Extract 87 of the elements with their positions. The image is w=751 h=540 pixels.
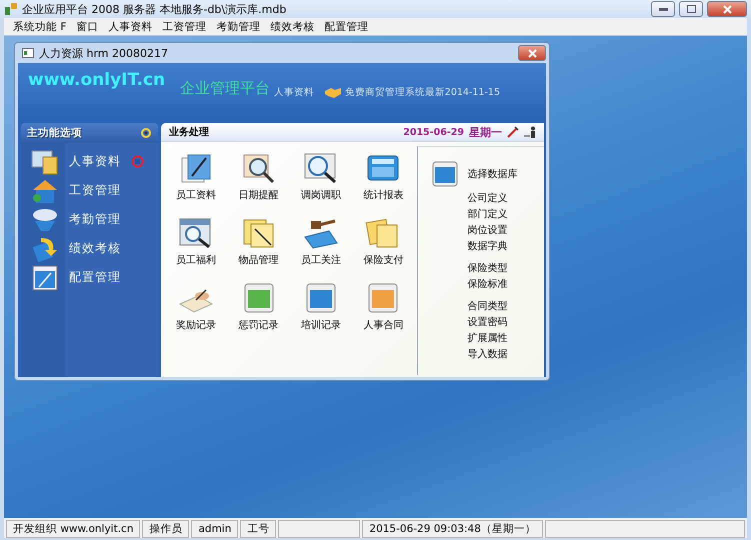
settings-link[interactable]: 导入数据: [468, 347, 544, 363]
panel-title: 业务处理: [169, 126, 210, 139]
maximize-icon: [686, 5, 696, 13]
arrow-box-icon: [31, 236, 59, 262]
sidebar-label: 绩效考核: [69, 240, 121, 257]
magnifier-icon: [240, 152, 277, 184]
settings-link[interactable]: 保险标准: [468, 277, 544, 293]
settings-link[interactable]: 设置密码: [468, 315, 544, 331]
cloud-icon: [31, 206, 59, 232]
tile-label: 员工福利: [176, 254, 216, 267]
sidebar-label: 考勤管理: [69, 211, 121, 228]
window-title: 企业应用平台 2008 服务器 本地服务-db\演示库.mdb: [22, 2, 288, 16]
module-tile[interactable]: 保险支付: [352, 217, 415, 282]
menu-item[interactable]: 考勤管理: [211, 20, 266, 34]
tile-label: 保险支付: [363, 254, 404, 267]
module-tile[interactable]: 调岗调职: [290, 152, 352, 217]
tile-label: 员工关注: [300, 254, 341, 267]
settings-link[interactable]: 数据字典: [468, 239, 544, 255]
close-button[interactable]: [518, 45, 546, 61]
close-icon: [722, 4, 732, 14]
tile-label: 日期提醒: [238, 188, 279, 202]
status-panel: 2015-06-29 09:03:48（星期一）: [362, 520, 543, 538]
status-panel: 开发组织 www.onlyit.cn: [6, 520, 140, 538]
close-button[interactable]: [707, 1, 747, 17]
sidebar-label: 人事资料: [69, 153, 121, 170]
menu-item[interactable]: 系统功能 F: [8, 20, 72, 34]
sidebar-item[interactable]: 绩效考核: [21, 234, 158, 263]
sidebar-item[interactable]: 工资管理: [21, 176, 158, 205]
module-tile[interactable]: 奖励记录: [165, 282, 228, 347]
tile-label: 人事合同: [363, 318, 404, 332]
tile-label: 统计报表: [363, 188, 404, 202]
close-icon: [528, 48, 536, 58]
status-panel: 工号: [240, 520, 276, 538]
module-tile[interactable]: 培训记录: [290, 282, 352, 347]
module-tile[interactable]: 物品管理: [227, 217, 290, 282]
child-window-title: 人力资源 hrm 20080217: [39, 46, 169, 60]
minimize-icon: [658, 8, 668, 10]
tile-label: 惩罚记录: [238, 319, 279, 332]
menu-item[interactable]: 绩效考核: [265, 20, 320, 34]
gavel-icon: [302, 217, 339, 249]
tile-label: 培训记录: [300, 318, 341, 332]
site-logo: www.onlyIT.cn: [28, 70, 166, 90]
sidebar-title: 主功能选项: [27, 126, 82, 140]
module-tile[interactable]: 惩罚记录: [227, 282, 290, 347]
menu-item[interactable]: 配置管理: [319, 20, 374, 34]
module-tile[interactable]: 统计报表: [352, 152, 415, 217]
module-label: 人事资料: [274, 86, 315, 99]
magnifier-icon: [302, 152, 339, 184]
tile-label: 员工资料: [176, 188, 216, 202]
tile-label: 物品管理: [238, 254, 279, 267]
settings-link[interactable]: 选择数据库: [468, 167, 518, 181]
pen-icon[interactable]: [507, 126, 519, 138]
status-panel: admin: [191, 520, 238, 538]
menu-item[interactable]: 人事资料: [103, 20, 158, 34]
settings-link[interactable]: 扩展属性: [468, 331, 544, 347]
handshake-icon: [324, 87, 341, 98]
tile-label: 调岗调职: [300, 188, 341, 202]
settings-link[interactable]: 合同类型: [468, 299, 544, 315]
maximize-button[interactable]: [679, 1, 703, 17]
weekday-text: 星期一: [469, 124, 502, 140]
module-tile[interactable]: 员工关注: [290, 217, 352, 282]
settings-link[interactable]: 保险类型: [468, 261, 544, 277]
notebook-icon: [31, 264, 59, 290]
module-tile[interactable]: 日期提醒: [227, 152, 290, 217]
house-icon: [31, 178, 59, 204]
sidebar-label: 工资管理: [69, 182, 121, 199]
sidebar-item[interactable]: 配置管理: [21, 263, 158, 292]
sidebar-item[interactable]: 人事资料: [21, 147, 158, 176]
status-panel: 操作员: [142, 520, 190, 538]
app-icon: [4, 2, 18, 16]
date-text: 2015-06-29: [403, 126, 464, 138]
minimize-button[interactable]: [651, 1, 675, 17]
tile-label: 奖励记录: [176, 319, 216, 332]
platform-title: 企业管理平台: [180, 79, 270, 98]
settings-link[interactable]: 公司定义: [468, 191, 544, 207]
module-tile[interactable]: 员工资料: [165, 152, 228, 217]
person-icon[interactable]: [524, 126, 536, 138]
menu-item[interactable]: 窗口: [71, 20, 104, 34]
settings-link[interactable]: 岗位设置: [468, 223, 544, 239]
sidebar-item[interactable]: 考勤管理: [21, 205, 158, 234]
module-tile[interactable]: 员工福利: [165, 217, 228, 282]
settings-link[interactable]: 部门定义: [468, 207, 544, 223]
window-icon: [22, 48, 34, 58]
menu-item[interactable]: 工资管理: [157, 20, 212, 34]
module-tile[interactable]: 人事合同: [352, 282, 415, 347]
sidebar-label: 配置管理: [69, 269, 121, 286]
news-link[interactable]: 免费商贸管理系统最新2014-11-15: [344, 86, 500, 99]
